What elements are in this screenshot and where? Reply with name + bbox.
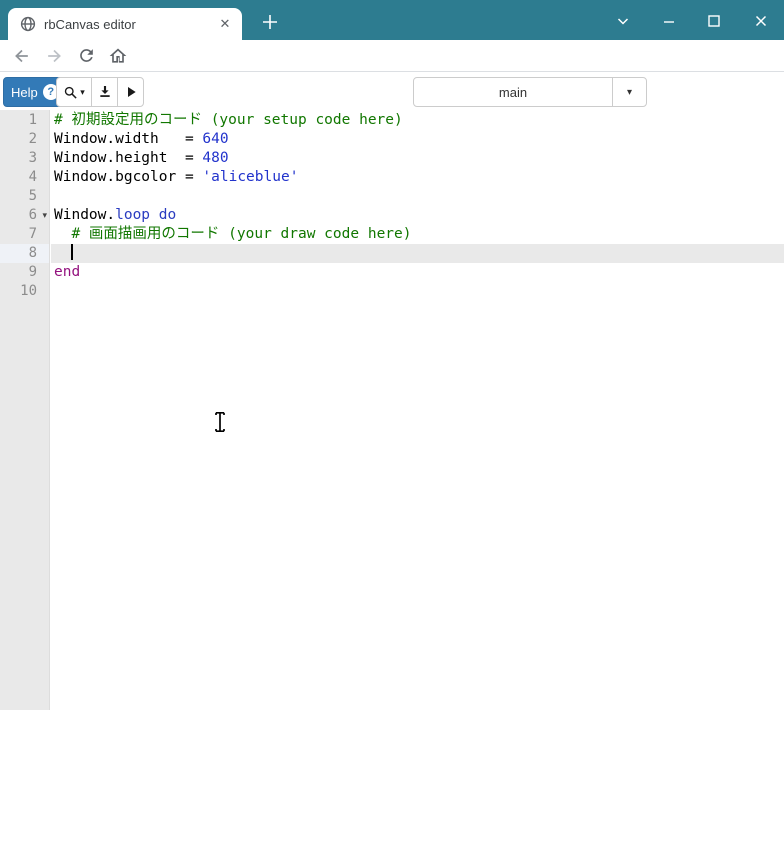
download-icon [99,86,110,97]
tab-title: rbCanvas editor [44,16,136,32]
back-button[interactable] [8,42,36,70]
search-caret-icon: ▾ [80,86,85,97]
dropdown-caret-icon: ▾ [626,86,633,98]
minimize-icon [664,21,674,23]
code-token-comment: # 初期設定用のコード (your setup code here) [54,112,403,128]
forward-button[interactable] [40,42,68,70]
download-button[interactable] [91,77,118,107]
back-arrow-icon [15,49,28,62]
code-line-7[interactable]: # 画面描画用のコード (your draw code here) [51,225,784,244]
gutter-line-10: 10 [0,282,49,301]
file-dropdown-button[interactable]: ▾ [612,77,647,107]
gutter-line-2: 2 [0,130,49,149]
line-number: 7 [28,226,37,242]
gutter-line-6: 6 ▾ [0,206,49,225]
code-line-6[interactable]: Window.loop do [51,206,784,225]
gutter-line-5: 5 [0,187,49,206]
window-minimize-button[interactable] [658,10,680,32]
line-number: 6 [28,207,37,223]
code-line-3[interactable]: Window.height = 480 [51,149,784,168]
search-button[interactable]: ▾ [56,77,92,107]
code-line-2[interactable]: Window.width = 640 [51,130,784,149]
code-line-10[interactable] [51,282,784,301]
gutter-line-4: 4 [0,168,49,187]
run-button[interactable] [117,77,144,107]
home-button[interactable] [104,42,132,70]
tab-close-icon[interactable]: ✕ [216,15,234,33]
maximize-icon [708,15,720,27]
gutter-line-1: 1 [0,111,49,130]
file-name-input[interactable] [413,77,613,107]
home-icon [109,48,127,63]
editor-button-group: ▾ [56,77,144,107]
line-number: 2 [28,131,37,147]
code-editor[interactable]: 1 2 3 4 5 6 ▾ 7 8 9 10 # 初期設定用のコード (your setup cod… [0,110,784,710]
editor-gutter: 1 2 3 4 5 6 ▾ 7 8 9 10 [0,110,50,710]
ibeam-mouse-cursor [215,411,225,433]
gutter-line-8: 8 [0,244,49,263]
line-number: 3 [28,150,37,166]
browser-window: rbCanvas editor ✕ Help ? ▾ main ▾ 1 2 3 … [0,0,784,844]
editor-code: # 初期設定用のコード (your setup code here) Window… [51,110,784,710]
search-icon [65,86,77,99]
code-token-string: 'aliceblue' [202,169,299,185]
code-token-kw-blue: do [158,207,177,223]
gutter-line-9: 9 [0,263,49,282]
new-tab-button[interactable] [256,8,284,36]
plus-icon [263,15,277,29]
code-token-comment: # 画面描画用のコード (your draw code here) [71,226,412,242]
help-label: Help [11,84,38,100]
window-maximize-button[interactable] [703,10,725,32]
close-icon [755,15,767,27]
code-line-5[interactable] [51,187,784,206]
line-number: 9 [28,264,37,280]
reload-button[interactable] [72,42,100,70]
editor-toolbar: Help ? ▾ main ▾ [0,72,784,110]
forward-arrow-icon [48,49,61,62]
tab-strip: rbCanvas editor ✕ [0,0,784,40]
fold-arrow-icon[interactable]: ▾ [42,206,47,225]
gutter-line-7: 7 [0,225,49,244]
code-token-plain: Window.width = [54,131,203,147]
code-token-keyword: end [54,264,81,280]
code-token-kw-blue: loop [115,207,151,223]
code-token-number: 480 [202,150,229,166]
code-token-plain: Window.bgcolor = [54,169,203,185]
code-token-plain: Window. [54,207,116,223]
line-number: 1 [28,112,37,128]
line-number: 5 [28,188,37,204]
reload-icon [79,49,93,62]
file-select-combo: ▾ [413,77,647,107]
code-token-plain: Window.height = [54,150,203,166]
text-caret [71,243,74,260]
code-line-1[interactable]: # 初期設定用のコード (your setup code here) [51,111,784,130]
line-number: 4 [28,169,37,185]
code-token-number: 640 [202,131,229,147]
code-line-4[interactable]: Window.bgcolor = 'aliceblue' [51,168,784,187]
browser-tab[interactable]: rbCanvas editor ✕ [8,8,242,40]
navigation-bar: rbcanvas.net/editor/0.8.0/rbcanvas_edito… [0,40,784,109]
gutter-line-3: 3 [0,149,49,168]
play-icon [127,87,136,97]
globe-favicon-icon [20,16,36,32]
window-close-button[interactable] [750,10,772,32]
tab-search-button[interactable] [612,10,634,32]
chevron-down-icon [617,18,629,25]
code-line-8[interactable] [51,243,784,263]
line-number: 10 [20,283,37,299]
code-line-9[interactable]: end [51,263,784,282]
line-number: 8 [28,245,37,261]
